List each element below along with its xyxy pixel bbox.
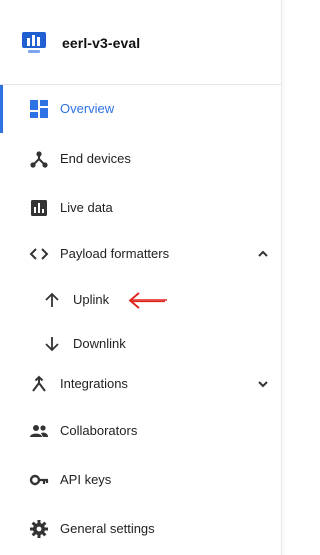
sidebar-item-label: General settings — [60, 521, 155, 536]
sidebar-item-integrations[interactable]: Integrations — [0, 360, 281, 408]
chevron-down-icon[interactable] — [256, 378, 270, 390]
code-brackets-icon — [29, 244, 49, 264]
sidebar-subitem-label: Uplink — [73, 292, 110, 307]
overview-grid-icon — [29, 99, 49, 119]
sidebar-item-label: Payload formatters — [60, 246, 170, 261]
bar-chart-icon — [29, 198, 49, 218]
sidebar-item-collaborators[interactable]: Collaborators — [0, 407, 281, 455]
sidebar-item-label: API keys — [60, 472, 112, 487]
arrow-down-icon — [42, 334, 62, 354]
sidebar-item-label: End devices — [60, 151, 131, 166]
sidebar-item-general-settings[interactable]: General settings — [0, 505, 281, 553]
devices-branch-icon — [29, 149, 49, 169]
monitor-chart-icon — [21, 31, 47, 55]
sidebar-item-overview[interactable]: Overview — [0, 85, 281, 133]
key-icon — [29, 470, 49, 490]
sidebar-subitem-label: Downlink — [73, 336, 126, 351]
people-icon — [29, 421, 49, 441]
sidebar-item-label: Collaborators — [60, 423, 138, 438]
sidebar-item-live-data[interactable]: Live data — [0, 184, 281, 232]
app-header: eerl-v3-eval — [0, 0, 281, 85]
gear-icon — [29, 519, 49, 539]
red-hand-drawn-arrow-icon — [127, 290, 169, 310]
app-title[interactable]: eerl-v3-eval — [62, 35, 140, 51]
sidebar-item-label: Overview — [60, 101, 115, 116]
sidebar-page: eerl-v3-eval Overview End devices Live d… — [0, 0, 285, 555]
chevron-up-icon[interactable] — [256, 248, 270, 260]
active-indicator — [0, 85, 3, 133]
merge-arrow-icon — [29, 374, 49, 394]
sidebar-item-label: Live data — [60, 200, 113, 215]
content-edge — [282, 0, 285, 555]
sidebar-item-payload-formatters[interactable]: Payload formatters — [0, 230, 281, 278]
sidebar-item-end-devices[interactable]: End devices — [0, 135, 281, 183]
arrow-up-icon — [42, 290, 62, 310]
sidebar-item-api-keys[interactable]: API keys — [0, 456, 281, 504]
sidebar-item-label: Integrations — [60, 376, 128, 391]
